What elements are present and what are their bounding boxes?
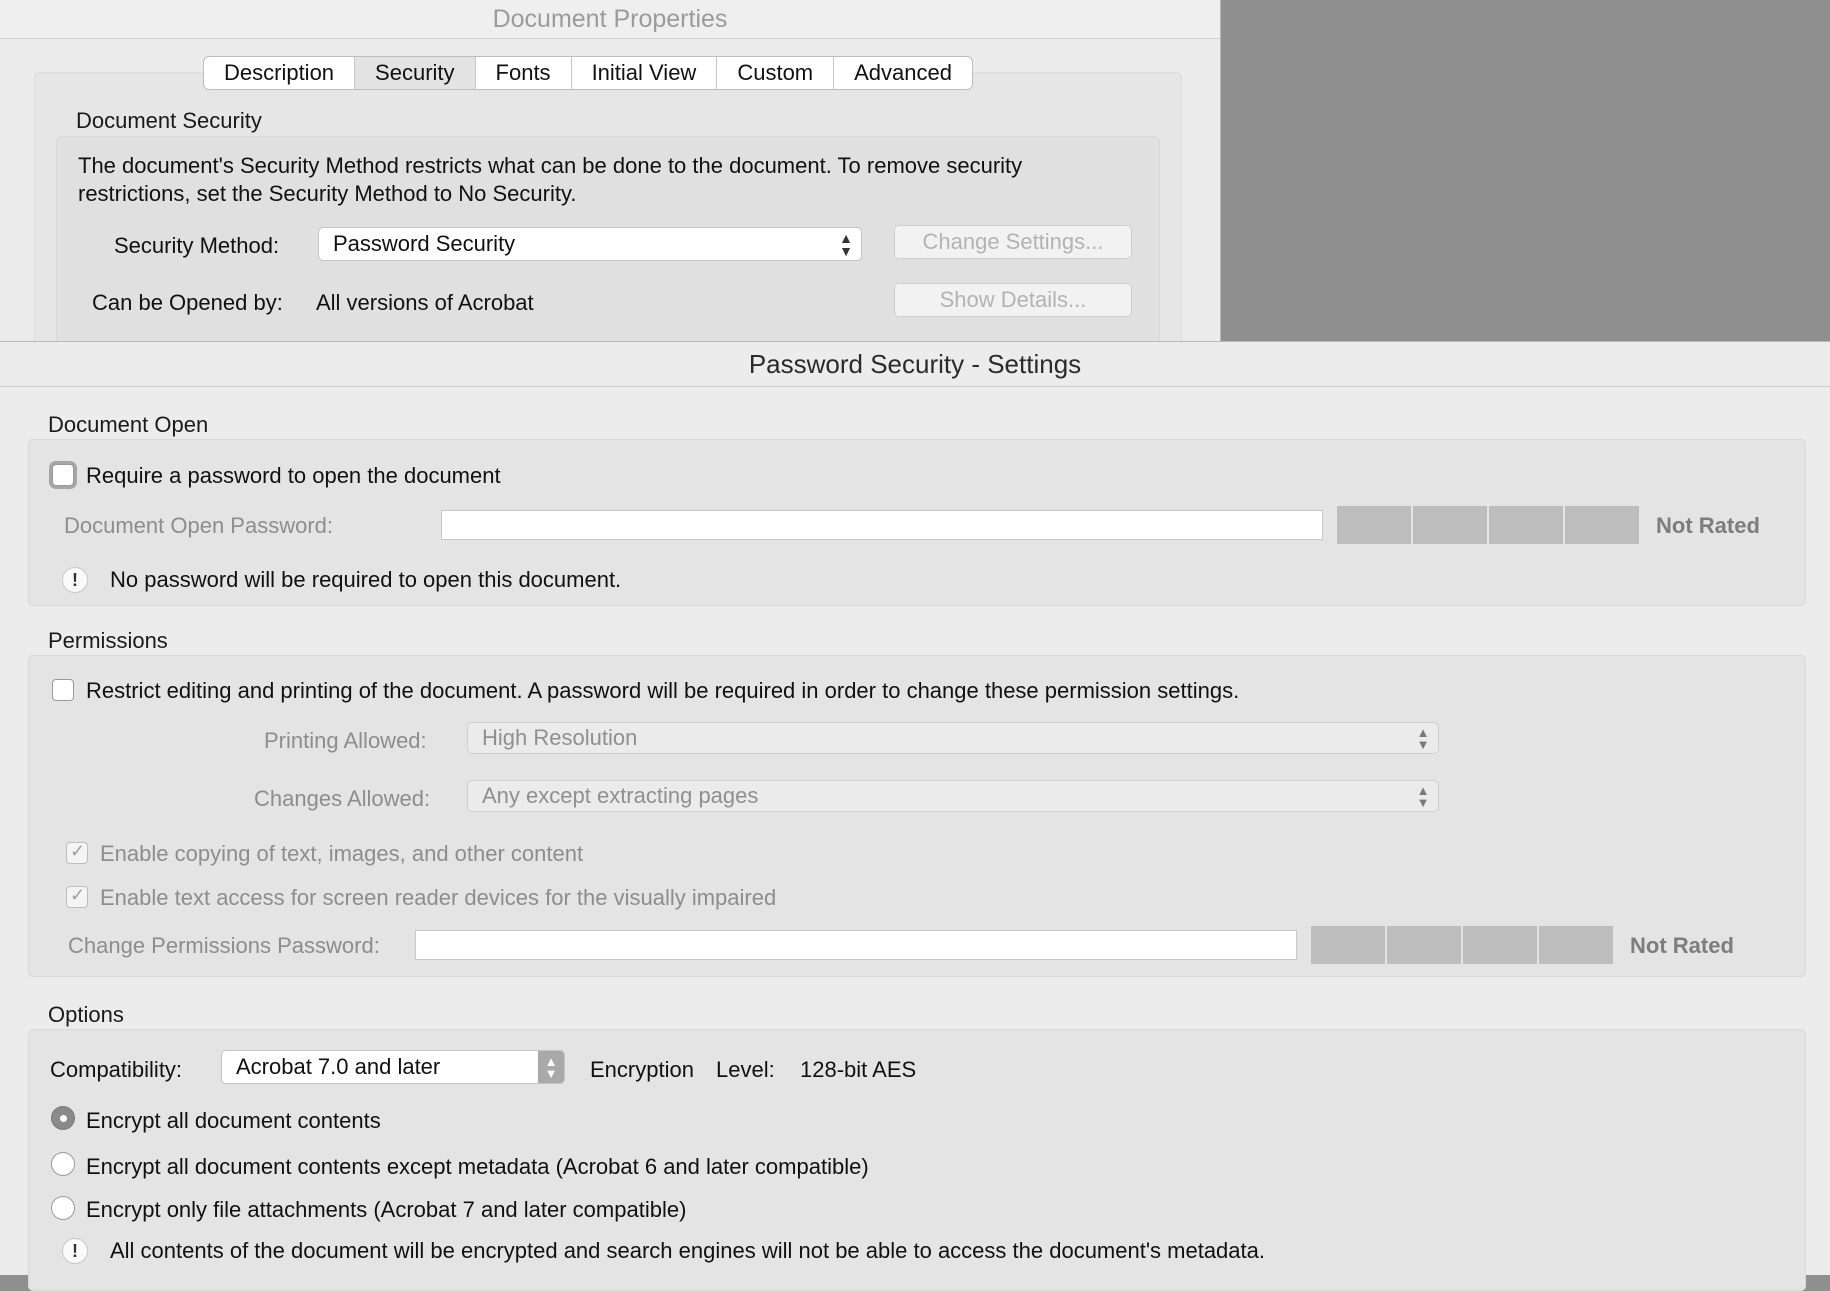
document-properties-title: Document Properties xyxy=(0,0,1220,39)
enable-copying-label: Enable copying of text, images, and othe… xyxy=(100,841,584,866)
compatibility-value: Acrobat 7.0 and later xyxy=(236,1054,441,1079)
permissions-password-field[interactable] xyxy=(415,930,1297,960)
document-open-heading: Document Open xyxy=(48,412,209,437)
strength-segment xyxy=(1413,506,1487,544)
encryption-label: Encryption xyxy=(590,1057,694,1082)
tab-security[interactable]: Security xyxy=(355,57,476,89)
encrypt-all-label: Encrypt all document contents xyxy=(86,1108,381,1133)
encrypt-except-metadata-label: Encrypt all document contents except met… xyxy=(86,1154,869,1179)
encrypt-attachments-radio[interactable] xyxy=(51,1196,75,1220)
permissions-heading: Permissions xyxy=(48,628,168,653)
tab-advanced[interactable]: Advanced xyxy=(834,57,972,89)
encryption-level-label: Level: xyxy=(716,1057,775,1082)
changes-allowed-select[interactable]: Any except extracting pages ▲ ▼ xyxy=(467,780,1439,812)
open-password-label: Document Open Password: xyxy=(64,513,334,538)
document-security-heading: Document Security xyxy=(76,108,262,133)
strength-segment xyxy=(1489,506,1563,544)
strength-segment xyxy=(1565,506,1639,544)
security-method-label: Security Method: xyxy=(114,233,280,258)
encrypt-except-metadata-radio[interactable] xyxy=(51,1152,75,1176)
opened-by-value: All versions of Acrobat xyxy=(316,290,534,315)
security-description: The document's Security Method restricts… xyxy=(78,153,1023,206)
show-details-button[interactable]: Show Details... xyxy=(894,283,1132,317)
open-password-rating: Not Rated xyxy=(1656,513,1760,538)
tab-initial-view[interactable]: Initial View xyxy=(572,57,718,89)
encrypt-all-radio[interactable] xyxy=(51,1106,75,1130)
checkmark-icon: ✓ xyxy=(70,885,86,905)
require-password-label: Require a password to open the document xyxy=(86,463,501,488)
chevron-updown-icon: ▲ ▼ xyxy=(538,1051,564,1083)
encryption-notice: All contents of the document will be enc… xyxy=(110,1238,1265,1263)
chevron-updown-icon: ▲ ▼ xyxy=(1416,725,1430,752)
chevron-updown-icon: ▲ ▼ xyxy=(839,230,853,259)
restrict-editing-checkbox[interactable] xyxy=(52,679,74,701)
chevron-updown-icon: ▲ ▼ xyxy=(1416,783,1430,810)
enable-screen-reader-checkbox[interactable]: ✓ xyxy=(66,885,88,908)
tab-fonts[interactable]: Fonts xyxy=(476,57,572,89)
permissions-password-strength-meter xyxy=(1311,926,1613,964)
enable-screen-reader-label: Enable text access for screen reader dev… xyxy=(100,885,777,910)
password-security-settings-window: Password Security - Settings Document Op… xyxy=(0,341,1830,1291)
printing-allowed-label: Printing Allowed: xyxy=(264,728,427,753)
enable-copying-checkbox[interactable]: ✓ xyxy=(66,841,88,864)
strength-segment xyxy=(1387,926,1461,964)
strength-segment xyxy=(1539,926,1613,964)
change-settings-button[interactable]: Change Settings... xyxy=(894,225,1132,259)
radio-dot xyxy=(60,1115,67,1122)
tab-bar: Description Security Fonts Initial View … xyxy=(203,56,973,90)
compatibility-select[interactable]: Acrobat 7.0 and later ▲ ▼ xyxy=(221,1050,565,1084)
printing-allowed-value: High Resolution xyxy=(482,725,638,750)
permissions-password-label: Change Permissions Password: xyxy=(68,933,380,958)
changes-allowed-value: Any except extracting pages xyxy=(482,783,759,808)
options-heading: Options xyxy=(48,1002,124,1027)
checkmark-icon: ✓ xyxy=(70,841,86,861)
opened-by-label: Can be Opened by: xyxy=(92,290,283,315)
strength-segment xyxy=(1311,926,1385,964)
open-password-field[interactable] xyxy=(441,510,1323,540)
open-password-strength-meter xyxy=(1337,506,1639,544)
strength-segment xyxy=(1463,926,1537,964)
warning-icon: ! xyxy=(62,1238,88,1264)
settings-title: Password Security - Settings xyxy=(0,342,1830,387)
security-method-select[interactable]: Password Security ▲ ▼ xyxy=(318,227,862,261)
compatibility-label: Compatibility: xyxy=(50,1057,183,1082)
tab-description[interactable]: Description xyxy=(204,57,356,89)
changes-allowed-label: Changes Allowed: xyxy=(254,786,431,811)
warning-icon: ! xyxy=(62,567,88,593)
encrypt-attachments-label: Encrypt only file attachments (Acrobat 7… xyxy=(86,1197,687,1222)
printing-allowed-select[interactable]: High Resolution ▲ ▼ xyxy=(467,722,1439,754)
strength-segment xyxy=(1337,506,1411,544)
require-password-checkbox[interactable] xyxy=(52,464,74,486)
restrict-editing-label: Restrict editing and printing of the doc… xyxy=(86,678,1240,703)
tab-custom[interactable]: Custom xyxy=(717,57,835,89)
security-method-value: Password Security xyxy=(333,231,516,256)
permissions-password-rating: Not Rated xyxy=(1630,933,1734,958)
open-password-notice: No password will be required to open thi… xyxy=(110,567,622,592)
encryption-level-value: 128-bit AES xyxy=(800,1057,917,1082)
